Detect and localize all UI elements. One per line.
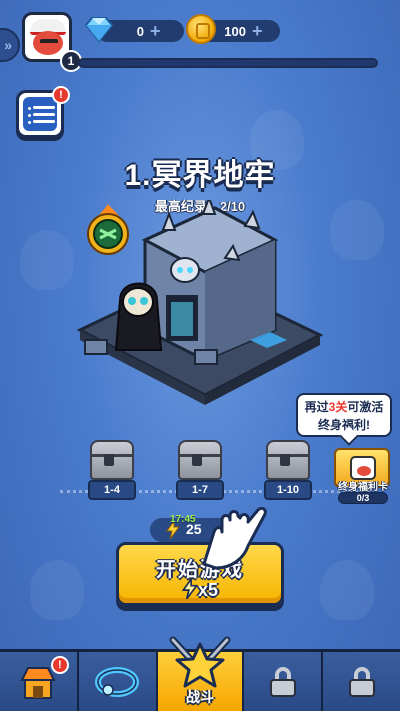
energy-timer: 17:45	[170, 514, 196, 525]
background-ghost	[320, 560, 374, 620]
dungeon-building[interactable]	[75, 200, 325, 410]
start-cost-value: x5	[197, 580, 219, 600]
tooltip-line2: 终身福利!	[318, 418, 370, 432]
gem-counter[interactable]: 0 +	[84, 17, 184, 43]
chest-label: 1-4	[88, 480, 136, 500]
level-title: 1.冥界地牢	[124, 159, 276, 192]
chest-label: 1-10	[264, 480, 312, 500]
card-progress: 0/3	[338, 492, 388, 504]
nav-shop[interactable]: !	[0, 652, 79, 711]
card-avatar-icon	[350, 456, 376, 480]
nav-locked-2[interactable]	[323, 652, 400, 711]
nav-battle[interactable]: 战斗	[157, 636, 245, 711]
reward-chest[interactable]: 1-7	[176, 440, 224, 502]
card-label: 终身福利卡	[338, 482, 388, 493]
start-cost: x5	[119, 576, 281, 601]
menu-notification-badge: !	[52, 86, 70, 104]
xp-bar	[78, 58, 378, 68]
ring-icon	[95, 666, 140, 697]
add-gems-button[interactable]: +	[150, 21, 161, 42]
battle-label: 战斗	[185, 689, 214, 705]
chest-label: 1-7	[176, 480, 224, 500]
diamond-icon	[84, 17, 114, 43]
chest-lock	[192, 454, 202, 466]
chest-lock	[280, 454, 290, 466]
tooltip-text-pre: 再过	[304, 400, 329, 414]
padlock-icon	[348, 666, 375, 697]
shop-notification-badge: !	[50, 656, 69, 674]
star-swords-icon	[169, 636, 231, 688]
reward-chest[interactable]: 1-4	[88, 440, 136, 502]
nav-equipment[interactable]	[78, 652, 158, 711]
coin-icon	[186, 14, 216, 44]
padlock-icon	[269, 666, 296, 697]
list-icon	[23, 97, 57, 131]
lightning-icon	[181, 576, 199, 600]
background-ghost	[20, 230, 74, 290]
unlock-hint-tooltip: 再过3关可激活 终身福利!	[296, 393, 392, 437]
tooltip-highlight: 3关	[328, 400, 348, 414]
tutorial-hand-icon	[202, 506, 267, 570]
nav-locked-1[interactable]	[244, 652, 324, 711]
chest-lock	[104, 454, 114, 466]
coin-counter[interactable]: 100 +	[186, 14, 280, 44]
background-ghost	[30, 560, 84, 620]
bottom-navigation: ! 战斗	[0, 636, 400, 711]
tooltip-text-post: 可激活	[347, 400, 384, 414]
add-coins-button[interactable]: +	[252, 21, 263, 42]
avatar-eyes	[40, 39, 58, 45]
reward-chest[interactable]: 1-10	[264, 440, 312, 502]
chevron-right-icon: »	[4, 37, 12, 53]
